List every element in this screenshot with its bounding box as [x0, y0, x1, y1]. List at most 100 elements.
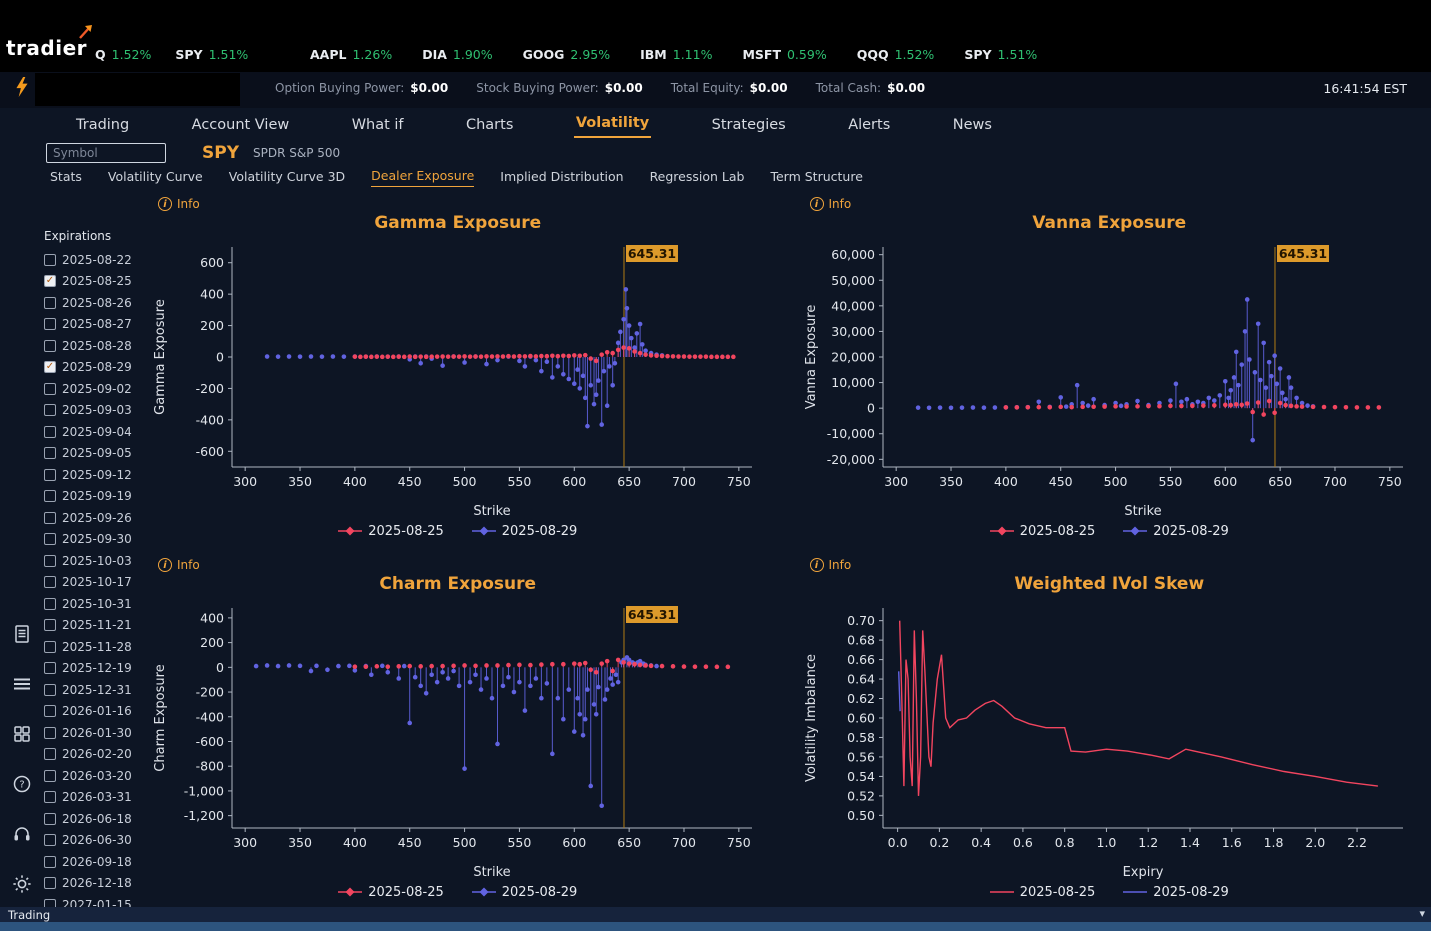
expiration-item[interactable]: 2025-12-31	[44, 679, 144, 701]
checkbox[interactable]	[44, 447, 56, 460]
gear-icon[interactable]	[7, 869, 37, 899]
expiration-item[interactable]: 2026-03-31	[44, 787, 144, 809]
legend-item[interactable]: 2025-08-25	[989, 524, 1095, 539]
expiration-item[interactable]: 2025-08-27	[44, 314, 144, 336]
grid-icon[interactable]	[7, 719, 37, 749]
expiration-item[interactable]: 2025-09-19	[44, 486, 144, 508]
checkbox[interactable]	[44, 511, 56, 524]
expiration-item[interactable]: 2026-02-20	[44, 744, 144, 766]
expiration-item[interactable]: 2025-09-26	[44, 507, 144, 529]
checkbox[interactable]	[44, 554, 56, 567]
expiration-item[interactable]: 2025-08-22	[44, 249, 144, 271]
checkbox[interactable]	[44, 726, 56, 739]
tab-what-if[interactable]: What if	[350, 113, 406, 138]
tab-account-view[interactable]: Account View	[190, 113, 292, 138]
checkbox[interactable]	[44, 468, 56, 481]
tab-volatility[interactable]: Volatility	[573, 111, 652, 138]
expiration-date: 2025-08-25	[62, 274, 132, 289]
expiration-item[interactable]: 2025-11-21	[44, 615, 144, 637]
expiration-item[interactable]: 2026-06-30	[44, 830, 144, 852]
checkbox[interactable]	[44, 683, 56, 696]
subtab-term-structure[interactable]: Term Structure	[770, 169, 862, 187]
expiration-item[interactable]: 2025-09-12	[44, 464, 144, 486]
headset-icon[interactable]	[7, 819, 37, 849]
expiration-item[interactable]: ✓ 2025-08-29	[44, 357, 144, 379]
checkbox[interactable]	[44, 705, 56, 718]
expiration-item[interactable]: 2025-11-28	[44, 636, 144, 658]
checkbox[interactable]	[44, 490, 56, 503]
expiration-item[interactable]: 2025-10-17	[44, 572, 144, 594]
info-button[interactable]: i Info	[809, 195, 1424, 213]
expiration-item[interactable]: 2025-08-28	[44, 335, 144, 357]
subtab-dealer-exposure[interactable]: Dealer Exposure	[371, 168, 475, 187]
expiration-item[interactable]: 2025-08-26	[44, 292, 144, 314]
expiration-item[interactable]: ✓ 2025-08-25	[44, 271, 144, 293]
horizontal-scrollbar[interactable]	[0, 922, 1431, 931]
checkbox[interactable]	[44, 576, 56, 589]
expiration-item[interactable]: 2026-06-18	[44, 808, 144, 830]
tab-trading[interactable]: Trading	[74, 113, 131, 138]
expiration-item[interactable]: 2026-03-20	[44, 765, 144, 787]
help-icon[interactable]: ?	[7, 769, 37, 799]
checkbox[interactable]	[44, 404, 56, 417]
expiration-item[interactable]: 2025-12-19	[44, 658, 144, 680]
expiration-item[interactable]: 2026-12-18	[44, 873, 144, 895]
checkbox[interactable]	[44, 382, 56, 395]
info-button[interactable]: i Info	[158, 195, 772, 213]
info-button[interactable]: i Info	[158, 556, 772, 574]
checkbox[interactable]	[44, 619, 56, 632]
checkbox[interactable]: ✓	[44, 275, 56, 288]
info-button[interactable]: i Info	[809, 556, 1424, 574]
expiration-item[interactable]: 2025-09-30	[44, 529, 144, 551]
legend-item[interactable]: 2025-08-29	[1123, 524, 1229, 539]
expiration-item[interactable]: 2026-01-16	[44, 701, 144, 723]
checkbox[interactable]	[44, 318, 56, 331]
checkbox[interactable]	[44, 769, 56, 782]
tab-charts[interactable]: Charts	[464, 113, 515, 138]
checkbox[interactable]	[44, 425, 56, 438]
checkbox[interactable]	[44, 533, 56, 546]
checkbox[interactable]	[44, 339, 56, 352]
subtab-stats[interactable]: Stats	[50, 169, 82, 187]
checkbox[interactable]	[44, 662, 56, 675]
document-icon[interactable]	[7, 619, 37, 649]
lightning-icon[interactable]	[7, 72, 37, 102]
legend-item[interactable]: 2025-08-29	[471, 524, 577, 539]
checkbox[interactable]	[44, 834, 56, 847]
expiration-item[interactable]: 2026-01-30	[44, 722, 144, 744]
expiration-item[interactable]: 2025-10-31	[44, 593, 144, 615]
checkbox[interactable]	[44, 640, 56, 653]
checkbox[interactable]: ✓	[44, 361, 56, 374]
tab-strategies[interactable]: Strategies	[710, 113, 788, 138]
content-area: Expirations 2025-08-22 ✓ 2025-08-25 2025-08…	[0, 189, 1431, 912]
subtab-volatility-curve[interactable]: Volatility Curve	[108, 169, 203, 187]
checkbox[interactable]	[44, 748, 56, 761]
legend-item[interactable]: 2025-08-25	[338, 885, 444, 900]
checkbox[interactable]	[44, 253, 56, 266]
checkbox[interactable]	[44, 855, 56, 868]
legend-item[interactable]: 2025-08-25	[989, 885, 1095, 900]
checkbox[interactable]	[44, 877, 56, 890]
caret-down-icon[interactable]: ▾	[1419, 907, 1425, 920]
subtab-volatility-curve-3d[interactable]: Volatility Curve 3D	[229, 169, 345, 187]
expiration-item[interactable]: 2025-10-03	[44, 550, 144, 572]
subtab-implied-distribution[interactable]: Implied Distribution	[500, 169, 623, 187]
account-selector[interactable]	[35, 73, 240, 106]
expiration-item[interactable]: 2025-09-04	[44, 421, 144, 443]
checkbox[interactable]	[44, 791, 56, 804]
symbol-input[interactable]	[46, 142, 166, 163]
legend-item[interactable]: 2025-08-25	[338, 524, 444, 539]
subtab-regression-lab[interactable]: Regression Lab	[650, 169, 745, 187]
expiration-item[interactable]: 2025-09-05	[44, 443, 144, 465]
expiration-item[interactable]: 2025-09-02	[44, 378, 144, 400]
legend-item[interactable]: 2025-08-29	[471, 885, 577, 900]
expiration-item[interactable]: 2026-09-18	[44, 851, 144, 873]
legend-item[interactable]: 2025-08-29	[1123, 885, 1229, 900]
checkbox[interactable]	[44, 296, 56, 309]
expiration-item[interactable]: 2025-09-03	[44, 400, 144, 422]
menu-icon[interactable]	[7, 669, 37, 699]
checkbox[interactable]	[44, 597, 56, 610]
checkbox[interactable]	[44, 812, 56, 825]
tab-news[interactable]: News	[951, 113, 994, 138]
tab-alerts[interactable]: Alerts	[846, 113, 892, 138]
